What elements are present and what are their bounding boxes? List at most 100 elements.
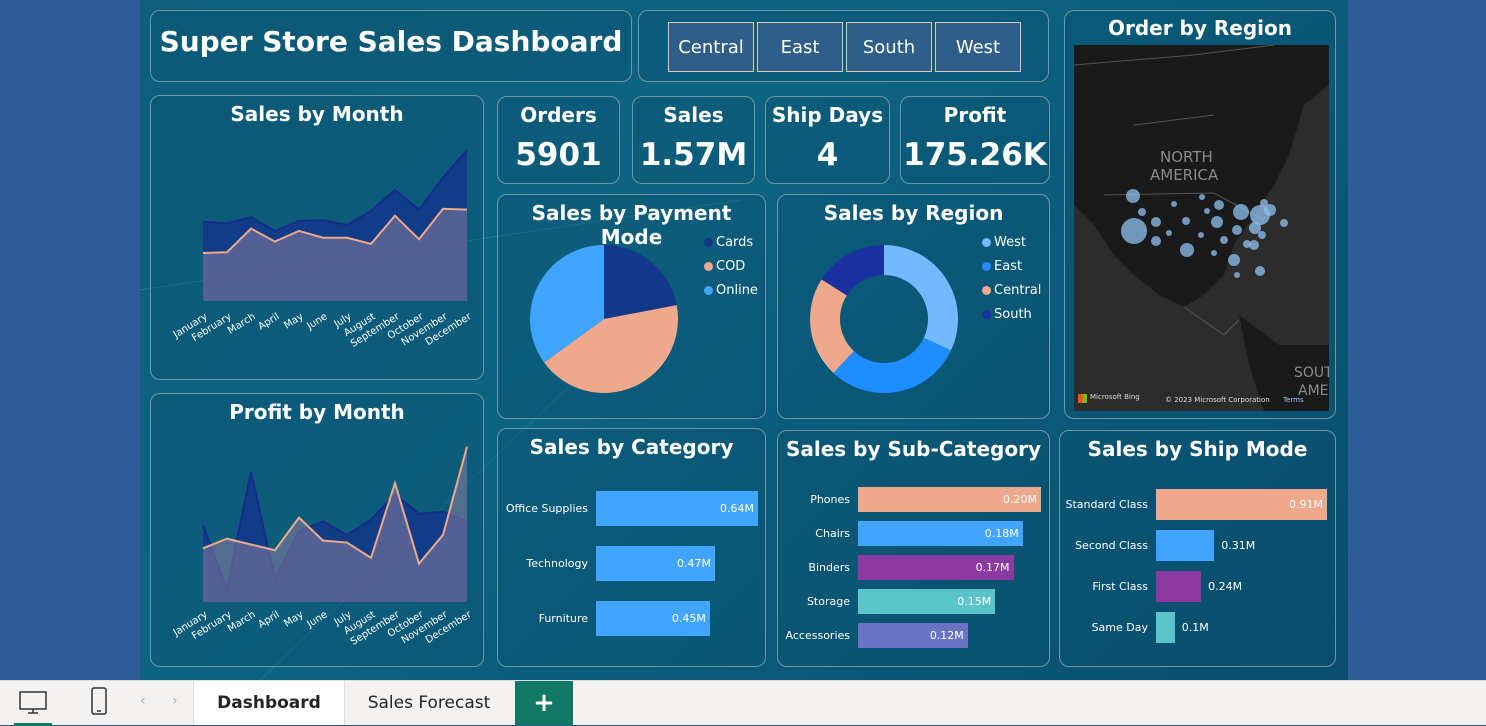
legend-cards-label: Cards [716, 234, 754, 250]
tab-sales-forecast[interactable]: Sales Forecast [343, 681, 516, 725]
sales-by-category-card[interactable]: Sales by Category Office Supplies 0.64M Te… [497, 428, 766, 667]
kpi-profit-value: 175.26K [903, 137, 1047, 173]
mobile-icon [91, 687, 107, 715]
slice-east[interactable] [833, 337, 951, 393]
kpi-profit: Profit 175.26K [900, 96, 1050, 184]
bar-value-label: 0.15M [957, 594, 992, 608]
map-bubble[interactable] [1182, 217, 1190, 225]
slicer-west[interactable]: West [935, 22, 1021, 72]
bar-value-label: 0.91M [1289, 497, 1323, 511]
add-page-button[interactable]: + [515, 681, 573, 725]
map-label-south: SOUT [1294, 365, 1329, 381]
sales-by-month-chart: JanuaryFebruaryMarchApril May June JulyAugu… [171, 149, 474, 350]
map-bubble[interactable] [1138, 208, 1146, 216]
profit-by-month-chart: JanuaryFebruaryMarchApril May June JulyAugu… [171, 446, 474, 648]
map-bubble[interactable] [1211, 216, 1223, 228]
payment-mode-legend: Cards COD Online [704, 230, 758, 302]
bar-value-label: 0.64M [720, 501, 754, 515]
map-bubble[interactable] [1233, 204, 1249, 220]
bar-value-label: 0.18M [984, 526, 1019, 540]
map-bubble[interactable] [1180, 243, 1194, 257]
legend-item-online[interactable]: Online [704, 278, 758, 302]
slicer-east[interactable]: East [757, 22, 843, 72]
desktop-view-button[interactable] [14, 687, 52, 726]
legend-item-south[interactable]: South [982, 302, 1041, 326]
bar-value-label: 0.1M [1181, 620, 1209, 634]
map-bubble[interactable] [1126, 189, 1140, 203]
map-bubble[interactable] [1198, 232, 1204, 238]
page-title: Super Store Sales Dashboard [159, 25, 623, 58]
x-tick-label: May [282, 609, 305, 629]
slicer-south[interactable]: South [846, 22, 932, 72]
map-bubble[interactable] [1151, 236, 1161, 246]
region-legend: West East Central South [982, 230, 1041, 326]
bar-category-label: Office Supplies [505, 501, 588, 515]
map-bubble[interactable] [1260, 199, 1268, 207]
legend-item-cards[interactable]: Cards [704, 230, 758, 254]
map-bubble[interactable] [1214, 200, 1224, 210]
map-bubble[interactable] [1234, 272, 1240, 278]
bar[interactable] [1156, 571, 1202, 602]
bar-category-label: Chairs [815, 526, 850, 540]
legend-item-east[interactable]: East [982, 254, 1041, 278]
sales-by-region-card[interactable]: Sales by Region West East Central South [777, 194, 1050, 419]
profit-by-month-card[interactable]: Profit by Month January February March Apri… [150, 393, 484, 667]
legend-item-cod[interactable]: COD [704, 254, 758, 278]
map-bubble[interactable] [1280, 219, 1288, 227]
sales-by-month-card[interactable]: Sales by Month January February March April… [150, 95, 484, 380]
map-canvas[interactable]: NORTH AMERICA SOUT AMER [1074, 45, 1329, 411]
map-bubble[interactable] [1249, 240, 1259, 250]
map-bubble[interactable] [1228, 254, 1240, 266]
bar[interactable] [1156, 612, 1175, 643]
map-bubble[interactable] [1151, 217, 1161, 227]
next-page-icon[interactable]: › [172, 693, 178, 709]
kpi-ship-days-label: Ship Days [771, 103, 884, 127]
slicer-central[interactable]: Central [668, 22, 754, 72]
kpi-sales-value: 1.57M [639, 137, 748, 173]
map-bubble[interactable] [1199, 194, 1205, 200]
payment-mode-card[interactable]: Sales by Payment Mode Cards COD Online [497, 194, 766, 419]
sales-by-ship-mode-card[interactable]: Sales by Ship Mode Standard Class 0.91M Se… [1059, 430, 1336, 667]
bar-category-label: Furniture [538, 611, 588, 625]
legend-west-label: West [994, 234, 1026, 250]
bar-value-label: 0.47M [676, 556, 711, 570]
sales-by-category-title: Sales by Category [529, 435, 734, 459]
map-bubble[interactable] [1121, 218, 1147, 244]
bar-category-label: First Class [1092, 579, 1148, 593]
bar[interactable] [1156, 530, 1215, 561]
order-by-region-card[interactable]: Order by Region NORTH AMERICA SOUT AMER [1064, 10, 1336, 419]
map-svg: NORTH AMERICA SOUT AMER [1074, 45, 1329, 411]
x-tick-label: April [256, 609, 281, 630]
legend-item-west[interactable]: West [982, 230, 1041, 254]
kpi-sales: Sales 1.57M [632, 96, 755, 184]
legend-central-label: Central [994, 282, 1042, 298]
desktop-icon [19, 691, 47, 714]
legend-east-label: East [994, 258, 1023, 274]
map-terms-link[interactable]: Terms [1283, 396, 1304, 404]
sales-by-ship-mode-title: Sales by Ship Mode [1087, 437, 1308, 461]
legend-cod-label: COD [716, 258, 746, 274]
bar-category-label: Standard Class [1065, 497, 1148, 511]
map-bubble[interactable] [1232, 225, 1242, 235]
mobile-view-button[interactable] [84, 685, 114, 721]
prev-page-icon[interactable]: ‹ [140, 693, 146, 709]
bar-value-label: 0.20M [1003, 492, 1037, 506]
tab-dashboard[interactable]: Dashboard [193, 681, 345, 725]
map-label-north: NORTH [1160, 148, 1213, 166]
map-bubble[interactable] [1220, 236, 1228, 244]
legend-south-label: South [994, 306, 1032, 322]
bar-value-label: 0.45M [671, 611, 706, 625]
slice-west[interactable] [884, 245, 958, 351]
bar-category-label: Accessories [785, 628, 850, 642]
map-bubble[interactable] [1211, 250, 1217, 256]
bar-value-label: 0.24M [1208, 579, 1243, 593]
map-bubble[interactable] [1255, 266, 1265, 276]
map-bubble[interactable] [1166, 230, 1172, 236]
legend-item-central[interactable]: Central [982, 278, 1041, 302]
map-bubble[interactable] [1204, 208, 1210, 214]
legend-online-label: Online [716, 282, 758, 298]
map-bubble[interactable] [1258, 231, 1266, 239]
bar-value-label: 0.12M [929, 628, 964, 642]
sales-by-subcategory-card[interactable]: Sales by Sub-Category Phones 0.20M Chairs 0… [777, 430, 1050, 667]
map-bubble[interactable] [1171, 201, 1177, 207]
